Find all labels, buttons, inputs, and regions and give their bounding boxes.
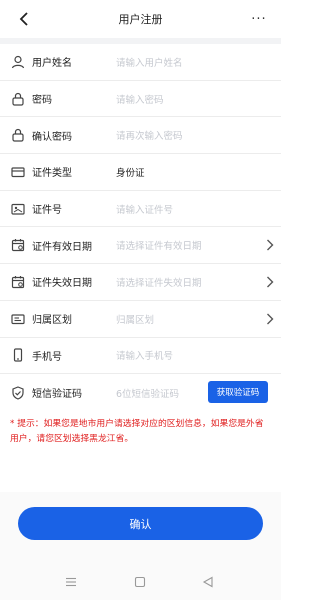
confirm-password-input[interactable]: 请再次输入密码 — [116, 128, 183, 142]
password-input[interactable]: 请输入密码 — [116, 92, 164, 106]
chevron-right-icon — [263, 238, 277, 252]
square-icon — [134, 576, 146, 588]
shield-check-icon — [10, 385, 26, 401]
id-valid-date-row[interactable]: 证件有效日期 请选择证件有效日期 — [0, 227, 281, 265]
phone-input[interactable]: 请输入手机号 — [116, 348, 173, 362]
password-row[interactable]: 密码 请输入密码 — [0, 81, 281, 118]
password-label: 密码 — [32, 95, 52, 107]
back-nav-button[interactable] — [200, 574, 216, 590]
lock-icon — [10, 127, 26, 143]
more-icon: ··· — [251, 11, 267, 27]
registration-form: 用户姓名 请输入用户姓名 密码 请输入密码 确认密码 请再次输入密码 证件类型 … — [0, 44, 281, 411]
lock-icon — [10, 91, 26, 107]
confirm-button[interactable]: 确认 — [18, 507, 263, 540]
phone-icon — [10, 347, 26, 363]
id-valid-date-picker[interactable]: 请选择证件有效日期 — [116, 238, 202, 252]
id-valid-date-label: 证件有效日期 — [32, 241, 92, 253]
sms-code-input[interactable]: 6位短信验证码 — [116, 386, 179, 400]
id-type-select[interactable]: 身份证 — [116, 165, 145, 179]
id-type-label: 证件类型 — [32, 168, 72, 180]
triangle-back-icon — [202, 576, 213, 588]
region-icon — [10, 311, 26, 327]
id-expiry-date-label: 证件失效日期 — [32, 278, 92, 290]
confirm-password-row[interactable]: 确认密码 请再次输入密码 — [0, 117, 281, 155]
sms-code-label: 短信验证码 — [32, 389, 82, 401]
menu-icon — [66, 577, 76, 587]
id-expiry-date-picker[interactable]: 请选择证件失效日期 — [116, 275, 202, 289]
system-nav-bar — [0, 568, 281, 596]
id-type-row[interactable]: 证件类型 身份证 — [0, 154, 281, 191]
region-row[interactable]: 归属区划 归属区划 — [0, 301, 281, 338]
username-input[interactable]: 请输入用户姓名 — [116, 55, 183, 69]
id-number-label: 证件号 — [32, 205, 62, 217]
chevron-left-icon — [19, 12, 28, 26]
more-menu-button[interactable]: ··· — [249, 9, 269, 29]
id-card-icon — [10, 164, 26, 180]
phone-label: 手机号 — [32, 351, 62, 363]
back-button[interactable] — [14, 8, 34, 30]
calendar-icon — [10, 274, 26, 290]
calendar-icon — [10, 237, 26, 253]
home-nav-button[interactable] — [132, 574, 148, 590]
confirm-password-label: 确认密码 — [32, 131, 72, 143]
user-icon — [10, 54, 26, 70]
id-number-input[interactable]: 请输入证件号 — [116, 202, 173, 216]
id-number-row[interactable]: 证件号 请输入证件号 — [0, 191, 281, 228]
sms-code-row[interactable]: 短信验证码 6位短信验证码 获取验证码 — [0, 374, 281, 411]
chevron-right-icon — [263, 312, 277, 326]
get-code-button[interactable]: 获取验证码 — [208, 381, 268, 404]
region-label: 归属区划 — [32, 315, 72, 327]
notice-text: * 提示：如果您是地市用户请选择对应的区划信息，如果您是外省用户，请您区划选择黑… — [10, 419, 264, 444]
username-row[interactable]: 用户姓名 请输入用户姓名 — [0, 44, 281, 81]
id-photo-icon — [10, 201, 26, 217]
region-picker[interactable]: 归属区划 — [116, 312, 154, 326]
page-title: 用户注册 — [118, 13, 163, 26]
username-label: 用户姓名 — [32, 58, 72, 70]
top-bar: 用户注册 ··· — [0, 0, 281, 38]
id-expiry-date-row[interactable]: 证件失效日期 请选择证件失效日期 — [0, 264, 281, 301]
chevron-right-icon — [263, 275, 277, 289]
menu-nav-button[interactable] — [63, 574, 79, 590]
phone-row[interactable]: 手机号 请输入手机号 — [0, 338, 281, 375]
